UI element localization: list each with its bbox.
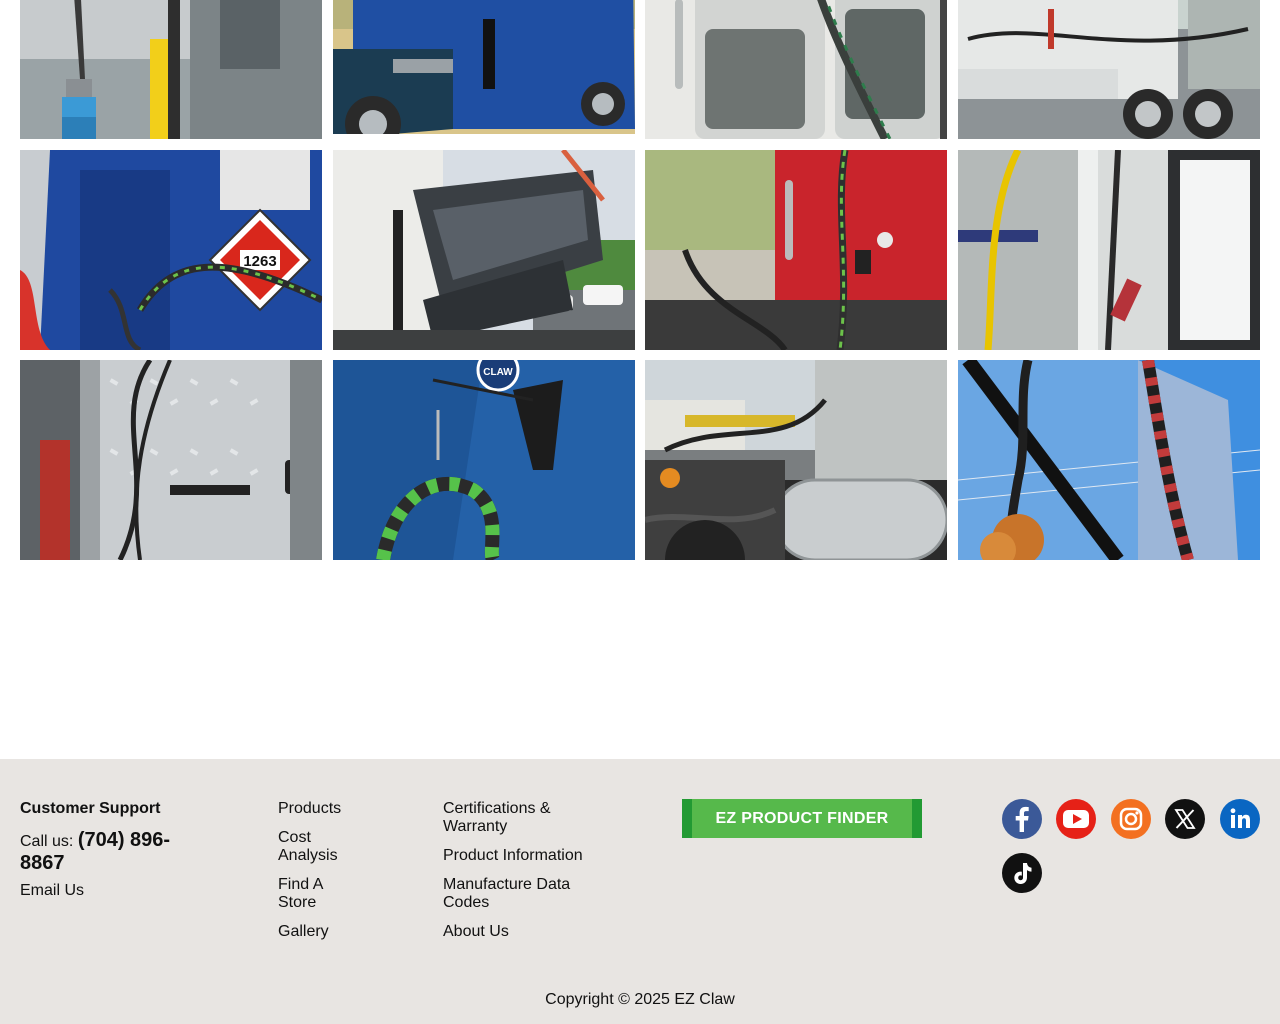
nav-about-us[interactable]: About Us (443, 923, 643, 941)
gallery-image-8[interactable] (958, 150, 1260, 350)
blue-sky-lines-photo (958, 360, 1260, 560)
white-cab-photo (645, 0, 947, 139)
gallery-image-11[interactable] (645, 360, 947, 560)
gallery-image-6[interactable] (333, 150, 635, 350)
blue-cab-hose-photo: CLAW (333, 360, 635, 560)
nav-cost-analysis-line2: Analysis (278, 847, 338, 864)
nav-certifications-line2: Warranty (443, 818, 508, 835)
nav-manufacture-line2: Codes (443, 894, 490, 911)
nav-manufacture-data-codes[interactable]: Manufacture Data Codes (443, 876, 643, 912)
facebook-icon[interactable] (1002, 799, 1042, 839)
phone-link[interactable]: (704) 896- (78, 829, 170, 851)
footer-nav-secondary: Certifications & Warranty Product Informa… (443, 800, 643, 941)
tire-rack-photo (333, 150, 635, 350)
nav-find-a-store-line2: Store (278, 894, 317, 911)
gallery-grid: 1263 CLAW (20, 0, 1260, 560)
nav-gallery[interactable]: Gallery (278, 923, 418, 941)
blue-truck-photo (333, 0, 635, 139)
diamond-plate-photo (20, 360, 322, 560)
nav-gallery-label: Gallery (278, 923, 329, 940)
call-us-label: Call us: (20, 833, 74, 850)
nav-cost-analysis[interactable]: Cost Analysis (278, 829, 418, 865)
customer-support-section: Customer Support Call us: (704) 896- 886… (20, 800, 220, 900)
nav-products[interactable]: Products (278, 800, 418, 818)
x-icon[interactable] (1165, 799, 1205, 839)
instagram-icon[interactable] (1111, 799, 1151, 839)
nav-manufacture-line1: Manufacture Data (443, 876, 571, 893)
gallery-image-5[interactable]: 1263 (20, 150, 322, 350)
white-truck-rear-photo (958, 0, 1260, 139)
blue-hose-photo (20, 0, 322, 139)
phone-line-1: (704) 896- (77, 829, 171, 851)
site-footer: Customer Support Call us: (704) 896- 886… (0, 759, 1280, 1024)
gallery-image-9[interactable] (20, 360, 322, 560)
hazmat-number: 1263 (243, 253, 276, 270)
hazmat-cab-photo: 1263 (20, 150, 322, 350)
tiktok-icon[interactable] (1002, 853, 1042, 893)
youtube-icon[interactable] (1056, 799, 1096, 839)
gallery-image-7[interactable] (645, 150, 947, 350)
linkedin-icon[interactable] (1220, 799, 1260, 839)
nav-about-us-label: About Us (443, 923, 509, 940)
gallery-image-4[interactable] (958, 0, 1260, 139)
nav-certifications-warranty[interactable]: Certifications & Warranty (443, 800, 643, 836)
footer-nav-primary: Products Cost Analysis Find A Store Galler… (278, 800, 418, 941)
gallery-image-2[interactable] (333, 0, 635, 139)
nav-products-label: Products (278, 800, 342, 817)
gallery-image-1[interactable] (20, 0, 322, 139)
ez-product-finder-button[interactable]: EZ PRODUCT FINDER (682, 799, 922, 838)
fuel-tank-photo (645, 360, 947, 560)
gallery-image-3[interactable] (645, 0, 947, 139)
nav-find-a-store[interactable]: Find A Store (278, 876, 418, 912)
yellow-line-photo (958, 150, 1260, 350)
phone-line-2: 8867 (20, 852, 65, 874)
call-us-line: Call us: (704) 896- (20, 829, 220, 851)
copyright-text: Copyright © 2025 EZ Claw (545, 991, 735, 1008)
email-us-link[interactable]: Email Us (20, 882, 84, 900)
nav-product-information[interactable]: Product Information (443, 847, 643, 865)
logo-tag-text: CLAW (483, 367, 513, 378)
nav-find-a-store-line1: Find A (278, 876, 324, 893)
gallery-image-12[interactable] (958, 360, 1260, 560)
customer-support-title: Customer Support (20, 800, 161, 817)
phone-link-continued[interactable]: 8867 (20, 851, 220, 875)
red-cab-photo (645, 150, 947, 350)
gallery-image-10[interactable]: CLAW (333, 360, 635, 560)
nav-cost-analysis-line1: Cost (278, 829, 311, 846)
nav-certifications-line1: Certifications & (443, 800, 551, 817)
nav-product-information-label: Product Information (443, 847, 583, 864)
